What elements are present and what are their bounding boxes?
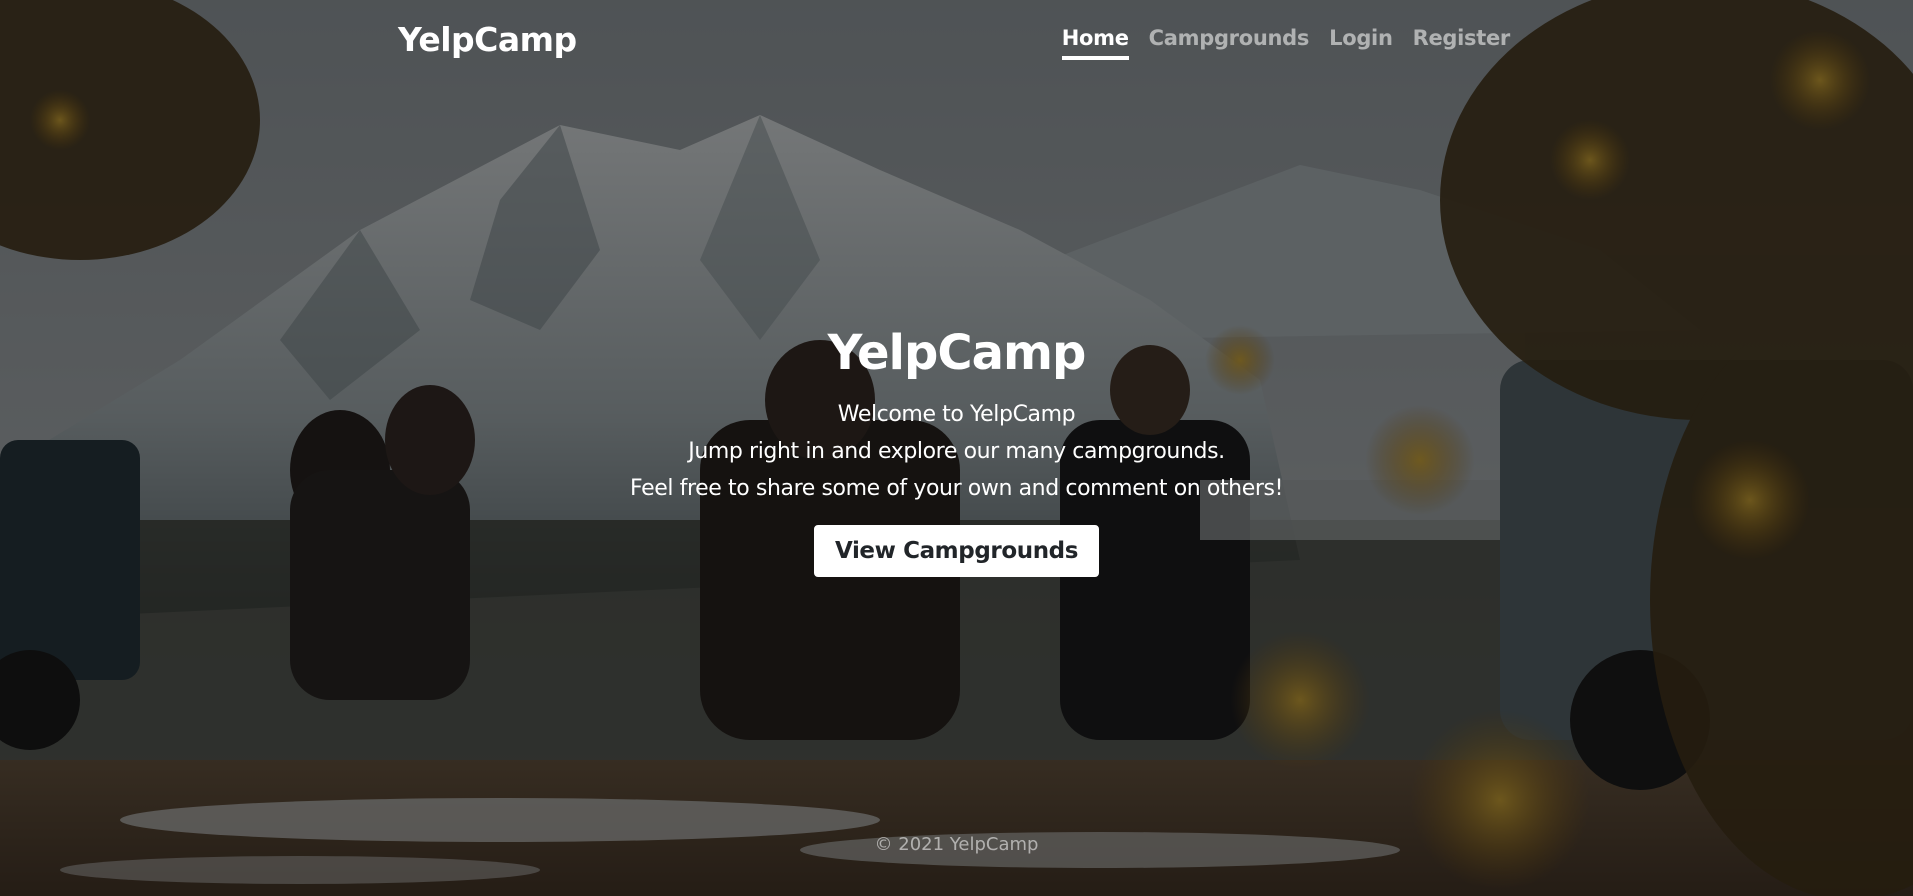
hero-explore-line: Jump right in and explore our many campg…: [688, 439, 1225, 464]
hero-section: YelpCamp Welcome to YelpCamp Jump right …: [0, 320, 1913, 577]
nav-link-campgrounds[interactable]: Campgrounds: [1149, 26, 1310, 60]
nav-link-login[interactable]: Login: [1329, 26, 1393, 60]
nav-link-register[interactable]: Register: [1413, 26, 1511, 60]
site-footer: © 2021 YelpCamp: [0, 834, 1913, 855]
view-campgrounds-button[interactable]: View Campgrounds: [813, 525, 1100, 577]
nav-link-home[interactable]: Home: [1061, 26, 1129, 60]
copyright-text: © 2021 YelpCamp: [874, 834, 1039, 855]
hero-welcome-line: Welcome to YelpCamp: [837, 402, 1076, 427]
main-nav: Home Campgrounds Login Register: [1061, 26, 1511, 60]
brand-logo-text[interactable]: YelpCamp: [398, 20, 577, 59]
hero-title: YelpCamp: [827, 325, 1087, 381]
hero-share-line: Feel free to share some of your own and …: [630, 476, 1283, 501]
site-header: YelpCamp Home Campgrounds Login Register: [0, 0, 1913, 80]
